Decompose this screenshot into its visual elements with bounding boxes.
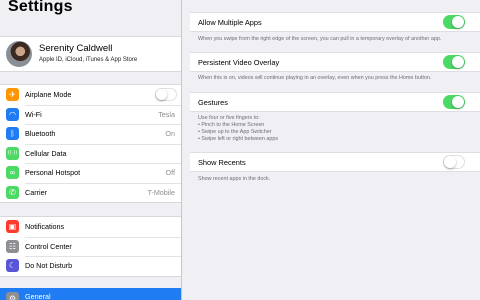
- profile-subtitle: Apple ID, iCloud, iTunes & App Store: [39, 57, 138, 63]
- allow-multiple-apps-row: Allow Multiple Apps: [190, 12, 480, 32]
- bluetooth-value: On: [165, 129, 175, 139]
- connectivity-group: ✈ Airplane Mode ◠ Wi-Fi Tesla ᛒ Bluetoot…: [0, 84, 181, 203]
- persistent-video-overlay-label: Persistent Video Overlay: [198, 58, 280, 67]
- sidebar-item-airplane-mode[interactable]: ✈ Airplane Mode: [0, 85, 181, 105]
- sidebar-item-control-center[interactable]: ☷ Control Center: [0, 236, 181, 257]
- sidebar-item-label: Personal Hotspot: [25, 168, 81, 178]
- apple-id-profile-row[interactable]: Serenity Caldwell Apple ID, iCloud, iTun…: [0, 36, 181, 72]
- allow-multiple-apps-footnote: When you swipe from the right edge of th…: [198, 36, 442, 42]
- page-title: Settings: [8, 0, 73, 15]
- gestures-footnote-line: • Swipe left or right between apps: [198, 136, 279, 142]
- sidebar-item-label: Notifications: [25, 222, 65, 232]
- sidebar-item-label: Control Center: [25, 241, 72, 251]
- persistent-video-footnote: When this is on, videos will continue pl…: [198, 75, 432, 81]
- sidebar-item-label: Carrier: [25, 187, 47, 197]
- gestures-footnote: Use four or five fingers to: • Pinch to …: [198, 115, 478, 143]
- moon-icon: ☾: [6, 259, 19, 272]
- notifications-icon: ▣: [6, 220, 19, 233]
- gestures-label: Gestures: [198, 98, 228, 107]
- persistent-video-overlay-row: Persistent Video Overlay: [190, 52, 480, 72]
- sidebar-item-general[interactable]: ⚙ General: [0, 288, 181, 300]
- cellular-icon: ((·)): [6, 146, 19, 160]
- gestures-footnote-line: Use four or five fingers to:: [198, 115, 260, 121]
- sidebar-item-label: Airplane Mode: [25, 90, 72, 100]
- notifications-group: ▣ Notifications ☷ Control Center ☾ Do No…: [0, 216, 181, 277]
- sidebar-item-do-not-disturb[interactable]: ☾ Do Not Disturb: [0, 256, 181, 276]
- carrier-value: T-Mobile: [147, 187, 175, 197]
- sidebar-item-carrier[interactable]: ✆ Carrier T-Mobile: [0, 182, 181, 203]
- control-center-icon: ☷: [6, 239, 19, 253]
- detail-pane: Allow Multiple Apps When you swipe from …: [182, 0, 480, 300]
- sidebar-item-label: Bluetooth: [25, 129, 56, 139]
- sidebar-item-personal-hotspot[interactable]: ∞ Personal Hotspot Off: [0, 163, 181, 183]
- sidebar-item-label: Wi-Fi: [25, 109, 42, 119]
- hotspot-icon: ∞: [6, 166, 19, 179]
- gestures-row: Gestures: [190, 92, 480, 112]
- hotspot-value: Off: [165, 168, 175, 178]
- sidebar-item-cellular-data[interactable]: ((·)) Cellular Data: [0, 143, 181, 164]
- persistent-video-overlay-toggle[interactable]: [443, 55, 465, 69]
- sidebar: Settings Serenity Caldwell Apple ID, iCl…: [0, 0, 182, 300]
- gestures-footnote-line: • Pinch to the Home Screen: [198, 122, 265, 128]
- gestures-toggle[interactable]: [443, 95, 465, 109]
- show-recents-label: Show Recents: [198, 158, 246, 167]
- gestures-footnote-line: • Swipe up to the App Switcher: [198, 129, 272, 135]
- wifi-value: Tesla: [158, 109, 175, 119]
- allow-multiple-apps-toggle[interactable]: [443, 15, 465, 29]
- sidebar-item-bluetooth[interactable]: ᛒ Bluetooth On: [0, 124, 181, 144]
- airplane-icon: ✈: [6, 88, 19, 101]
- sidebar-item-wifi[interactable]: ◠ Wi-Fi Tesla: [0, 104, 181, 125]
- sidebar-item-notifications[interactable]: ▣ Notifications: [0, 217, 181, 237]
- show-recents-toggle[interactable]: [443, 155, 465, 169]
- sidebar-item-label: Cellular Data: [25, 148, 67, 158]
- bluetooth-icon: ᛒ: [6, 127, 19, 140]
- airplane-mode-toggle[interactable]: [155, 88, 177, 101]
- show-recents-footnote: Show recent apps in the dock.: [198, 176, 271, 182]
- show-recents-row: Show Recents: [190, 152, 480, 172]
- gear-icon: ⚙: [6, 292, 19, 300]
- sidebar-item-label: Do Not Disturb: [25, 261, 73, 271]
- sidebar-item-label: General: [25, 292, 51, 300]
- phone-icon: ✆: [6, 185, 19, 199]
- profile-name: Serenity Caldwell: [39, 43, 113, 54]
- wifi-icon: ◠: [6, 107, 19, 121]
- avatar: [6, 41, 32, 67]
- allow-multiple-apps-label: Allow Multiple Apps: [198, 18, 262, 27]
